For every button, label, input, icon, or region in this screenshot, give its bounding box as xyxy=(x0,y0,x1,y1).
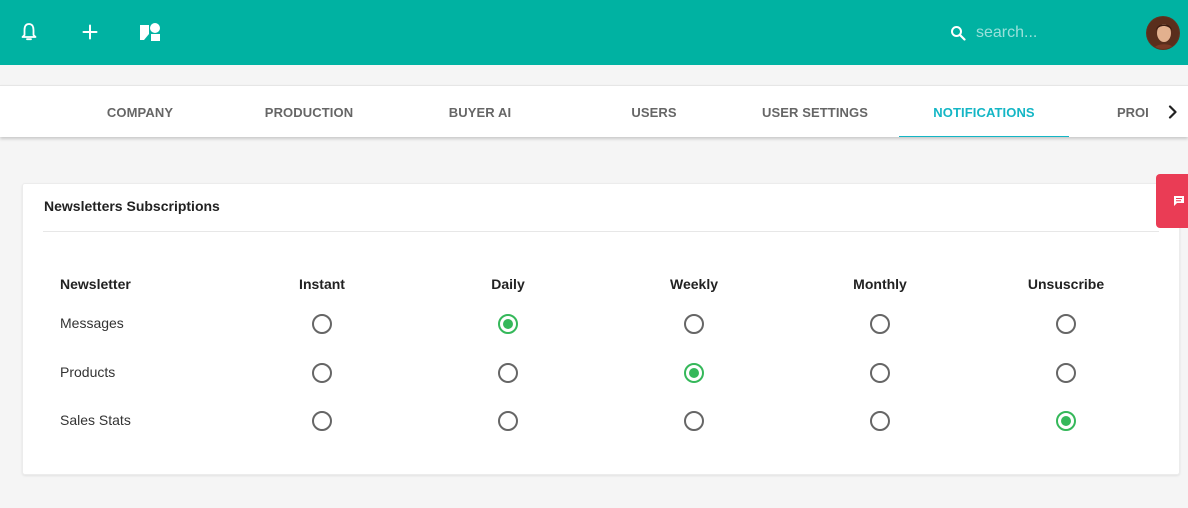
top-bar xyxy=(0,0,1188,65)
radio-products-unsuscribe[interactable] xyxy=(1056,363,1076,383)
bell-icon[interactable] xyxy=(17,18,41,46)
tab-users[interactable]: USERS xyxy=(600,86,708,137)
settings-tab-bar: COMPANY PRODUCTION BUYER AI USERS USER S… xyxy=(0,85,1188,137)
radio-messages-daily[interactable] xyxy=(498,314,518,334)
user-avatar[interactable] xyxy=(1146,16,1180,50)
column-header-unsuscribe: Unsuscribe xyxy=(1027,276,1105,292)
tab-company[interactable]: COMPANY xyxy=(90,86,190,137)
column-header-daily: Daily xyxy=(491,276,525,292)
radio-products-daily[interactable] xyxy=(498,363,518,383)
radio-sales-stats-unsuscribe[interactable] xyxy=(1056,411,1076,431)
radio-messages-monthly[interactable] xyxy=(870,314,890,334)
radio-messages-weekly[interactable] xyxy=(684,314,704,334)
radio-messages-instant[interactable] xyxy=(312,314,332,334)
radio-messages-unsuscribe[interactable] xyxy=(1056,314,1076,334)
column-header-weekly: Weekly xyxy=(670,276,718,292)
radio-sales-stats-daily[interactable] xyxy=(498,411,518,431)
chevron-right-icon[interactable] xyxy=(1158,86,1188,137)
search-box[interactable] xyxy=(950,18,1110,48)
row-label-sales-stats: Sales Stats xyxy=(60,412,131,428)
column-header-monthly: Monthly xyxy=(853,276,907,292)
column-header-instant: Instant xyxy=(299,276,345,292)
search-icon xyxy=(950,25,966,41)
radio-sales-stats-instant[interactable] xyxy=(312,411,332,431)
card-divider xyxy=(43,231,1159,232)
radio-products-monthly[interactable] xyxy=(870,363,890,383)
feedback-tab[interactable] xyxy=(1156,174,1188,228)
tab-overflow-partial[interactable]: PROI xyxy=(1117,86,1155,137)
row-label-messages: Messages xyxy=(60,315,124,331)
chat-icon xyxy=(1173,195,1185,207)
shapes-icon[interactable] xyxy=(138,18,162,46)
search-input[interactable] xyxy=(976,24,1096,42)
row-label-products: Products xyxy=(60,364,116,380)
radio-products-weekly[interactable] xyxy=(684,363,704,383)
plus-icon[interactable] xyxy=(78,18,102,46)
tab-user-settings[interactable]: USER SETTINGS xyxy=(750,86,880,137)
card-title: Newsletters Subscriptions xyxy=(44,198,220,214)
radio-products-instant[interactable] xyxy=(312,363,332,383)
tab-production[interactable]: PRODUCTION xyxy=(250,86,368,137)
tab-buyer-ai[interactable]: BUYER AI xyxy=(425,86,535,137)
column-header-newsletter: Newsletter xyxy=(60,276,131,292)
radio-sales-stats-weekly[interactable] xyxy=(684,411,704,431)
tab-notifications[interactable]: NOTIFICATIONS xyxy=(899,86,1069,137)
newsletters-card: Newsletters Subscriptions Newsletter Ins… xyxy=(22,183,1180,475)
radio-sales-stats-monthly[interactable] xyxy=(870,411,890,431)
